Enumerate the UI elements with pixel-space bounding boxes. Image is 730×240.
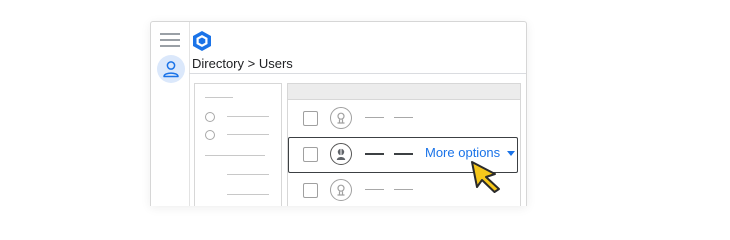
user-avatar-icon [330, 143, 352, 165]
hexagon-logo-icon [193, 31, 211, 51]
table-row[interactable] [288, 101, 520, 135]
row-checkbox[interactable] [303, 183, 318, 198]
table-header [288, 84, 520, 100]
user-avatar-icon [330, 107, 352, 129]
filter-radio-1[interactable] [205, 112, 215, 122]
table-row[interactable] [288, 172, 520, 206]
breadcrumb-users: Users [258, 56, 293, 71]
text-placeholder [394, 153, 413, 155]
filter-section-placeholder [205, 155, 265, 156]
text-placeholder [365, 189, 384, 191]
header-divider [189, 73, 526, 74]
breadcrumb-separator: > [247, 56, 256, 71]
filter-option-placeholder [227, 134, 269, 135]
row-checkbox[interactable] [303, 111, 318, 126]
person-icon[interactable] [157, 55, 185, 83]
user-avatar-icon [330, 179, 352, 201]
users-table: More options [287, 83, 521, 206]
breadcrumb: Directory > Users [192, 55, 293, 73]
table-row-selected[interactable]: More options [288, 137, 518, 173]
text-placeholder [394, 189, 413, 191]
caret-down-icon[interactable] [507, 151, 515, 156]
filter-option-placeholder [227, 116, 269, 117]
text-placeholder [365, 153, 384, 155]
row-checkbox[interactable] [303, 147, 318, 162]
more-options-button[interactable]: More options [425, 144, 500, 162]
filter-item-placeholder [227, 194, 269, 195]
text-placeholder [394, 117, 413, 119]
admin-console-window: Directory > Users More options [150, 21, 527, 206]
hamburger-menu-icon[interactable] [160, 33, 180, 47]
filter-heading-placeholder [205, 97, 233, 98]
breadcrumb-directory[interactable]: Directory [192, 56, 244, 71]
filter-panel [194, 83, 282, 206]
navigation-rail [151, 22, 190, 206]
text-placeholder [365, 117, 384, 119]
filter-radio-2[interactable] [205, 130, 215, 140]
filter-item-placeholder [227, 174, 269, 175]
